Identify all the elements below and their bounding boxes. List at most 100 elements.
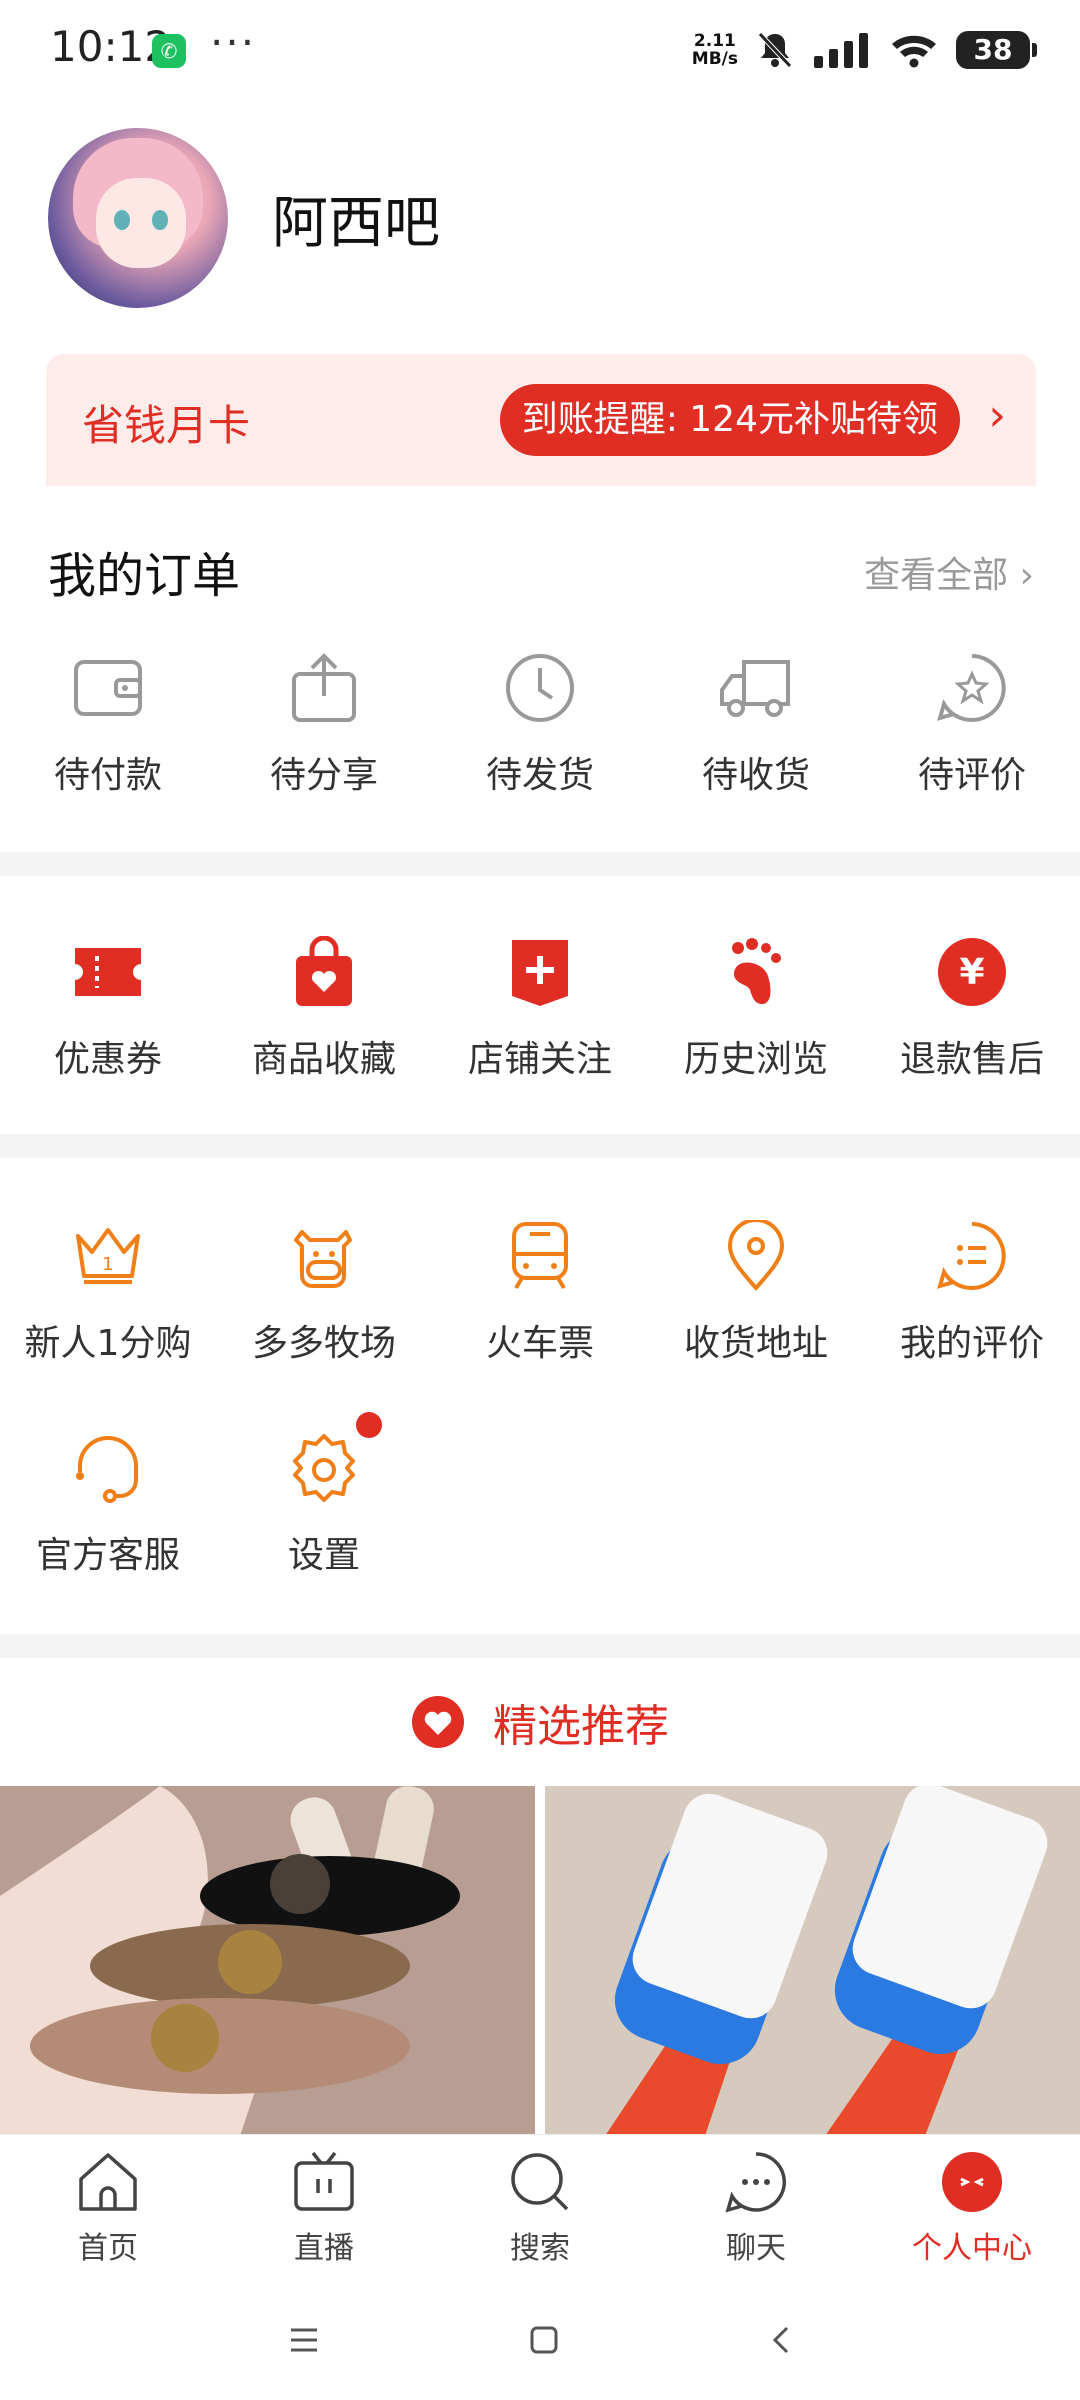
favorites-entry[interactable]: 商品收藏 [216, 932, 432, 1082]
coupons-entry[interactable]: 优惠券 [0, 932, 216, 1082]
tab-label: 搜索 [510, 2231, 570, 2266]
service-label: 新人1分购 [24, 1323, 192, 1364]
section-divider [0, 1134, 1080, 1158]
svg-text:¥: ¥ [959, 952, 984, 993]
home-square-icon[interactable] [529, 2325, 559, 2355]
quick-actions-row: 优惠券 商品收藏 店铺关注 历史浏览 ¥ 退款售后 [0, 932, 1080, 1082]
review-icon [932, 648, 1012, 728]
location-icon [716, 1216, 796, 1296]
order-pending-receipt[interactable]: 待收货 [648, 648, 864, 798]
service-label: 官方客服 [35, 1535, 180, 1576]
service-label: 收货地址 [683, 1323, 828, 1364]
tab-profile[interactable]: 个人中心 [864, 2135, 1080, 2281]
product-feed [0, 1786, 1080, 2136]
order-pending-share[interactable]: 待分享 [216, 648, 432, 798]
refund-icon: ¥ [932, 932, 1012, 1012]
chevron-right-icon: › [988, 390, 1006, 441]
order-item-label: 待分享 [269, 755, 378, 796]
farm-entry[interactable]: 多多牧场 [216, 1216, 432, 1366]
recommend-title: 精选推荐 [493, 1701, 669, 1752]
section-divider [0, 852, 1080, 876]
quick-action-label: 商品收藏 [251, 1039, 396, 1080]
bottom-tab-bar: 首页 直播 搜索 聊天 个人中心 [0, 2134, 1080, 2281]
my-reviews-entry[interactable]: 我的评价 [864, 1216, 1080, 1366]
favorite-bag-icon [284, 932, 364, 1012]
tab-live[interactable]: 直播 [216, 2135, 432, 2281]
mute-icon [758, 32, 792, 68]
share-icon [284, 648, 364, 728]
product-card-toothbrush[interactable] [545, 1786, 1080, 2136]
avatar[interactable] [48, 128, 228, 308]
home-icon [75, 2149, 141, 2215]
coupon-icon [68, 932, 148, 1012]
savings-card-banner[interactable]: 省钱月卡 到账提醒: 124元补贴待领 › [46, 354, 1036, 486]
settings-icon [284, 1428, 364, 1508]
chat-icon [723, 2149, 789, 2215]
settings-entry[interactable]: 设置 [216, 1412, 432, 1578]
status-indicators: 2.11 MB/s 38 [692, 28, 1037, 72]
clock-icon [500, 648, 580, 728]
tab-label: 个人中心 [912, 2231, 1032, 2266]
network-speed-unit: MB/s [691, 49, 738, 69]
section-divider [0, 1634, 1080, 1658]
crown-icon: 1 [68, 1216, 148, 1296]
train-ticket-entry[interactable]: 火车票 [432, 1216, 648, 1366]
address-entry[interactable]: 收货地址 [648, 1216, 864, 1366]
quick-action-label: 优惠券 [53, 1039, 162, 1080]
menu-icon[interactable] [289, 2327, 319, 2353]
customer-service-entry[interactable]: 官方客服 [0, 1428, 216, 1578]
tab-label: 直播 [294, 2231, 354, 2266]
comment-icon [932, 1216, 1012, 1296]
product-image [0, 1786, 535, 2136]
tab-home[interactable]: 首页 [0, 2135, 216, 2281]
wifi-icon [892, 35, 936, 68]
product-card-hair-ties[interactable] [0, 1786, 535, 2136]
username: 阿西吧 [272, 190, 440, 256]
history-entry[interactable]: 历史浏览 [648, 932, 864, 1082]
order-item-label: 待评价 [917, 755, 1026, 796]
wallet-icon [68, 648, 148, 728]
store-follow-entry[interactable]: 店铺关注 [432, 932, 648, 1082]
cow-icon [284, 1216, 364, 1296]
train-icon [500, 1216, 580, 1296]
system-nav-bar [0, 2280, 1080, 2400]
profile-header[interactable]: 阿西吧 [48, 128, 440, 308]
network-speed: 2.11 MB/s [692, 32, 738, 68]
order-item-label: 待收货 [701, 755, 810, 796]
quick-action-label: 退款售后 [899, 1039, 1044, 1080]
svg-text:1: 1 [102, 1254, 113, 1275]
order-pending-shipment[interactable]: 待发货 [432, 648, 648, 798]
quick-action-label: 历史浏览 [683, 1039, 828, 1080]
chevron-right-icon: › [1019, 555, 1034, 596]
service-label: 火车票 [485, 1323, 594, 1364]
tab-label: 首页 [78, 2231, 138, 2266]
view-all-label: 查看全部 [864, 555, 1009, 596]
order-pending-payment[interactable]: 待付款 [0, 648, 216, 798]
more-notifications-icon: ··· [210, 18, 257, 67]
network-speed-value: 2.11 [693, 31, 736, 51]
services-row-2: 官方客服 设置 [0, 1412, 1080, 1578]
tab-chat[interactable]: 聊天 [648, 2135, 864, 2281]
back-icon[interactable] [769, 2325, 791, 2355]
refund-entry[interactable]: ¥ 退款售后 [864, 932, 1080, 1082]
service-label: 多多牧场 [251, 1323, 396, 1364]
signal-icon [814, 33, 868, 68]
search-icon [507, 2149, 573, 2215]
orders-title: 我的订单 [48, 548, 241, 604]
tab-label: 聊天 [726, 2231, 786, 2266]
service-label: 我的评价 [899, 1323, 1044, 1364]
tv-icon [291, 2149, 357, 2215]
view-all-orders-link[interactable]: 查看全部 › [864, 546, 1034, 598]
store-follow-icon [500, 932, 580, 1012]
truck-icon [716, 648, 796, 728]
subsidy-reminder-pill[interactable]: 到账提醒: 124元补贴待领 [499, 384, 960, 456]
battery-indicator: 38 [956, 31, 1037, 69]
heart-badge-icon [412, 1696, 464, 1748]
footprint-icon [716, 932, 796, 1012]
tab-search[interactable]: 搜索 [432, 2135, 648, 2281]
services-row-1: 1 新人1分购 多多牧场 火车票 收货地址 我的评价 [0, 1216, 1080, 1366]
notification-dot [356, 1412, 382, 1438]
order-pending-review[interactable]: 待评价 [864, 648, 1080, 798]
newcomer-deal-entry[interactable]: 1 新人1分购 [0, 1216, 216, 1366]
headset-icon [68, 1428, 148, 1508]
